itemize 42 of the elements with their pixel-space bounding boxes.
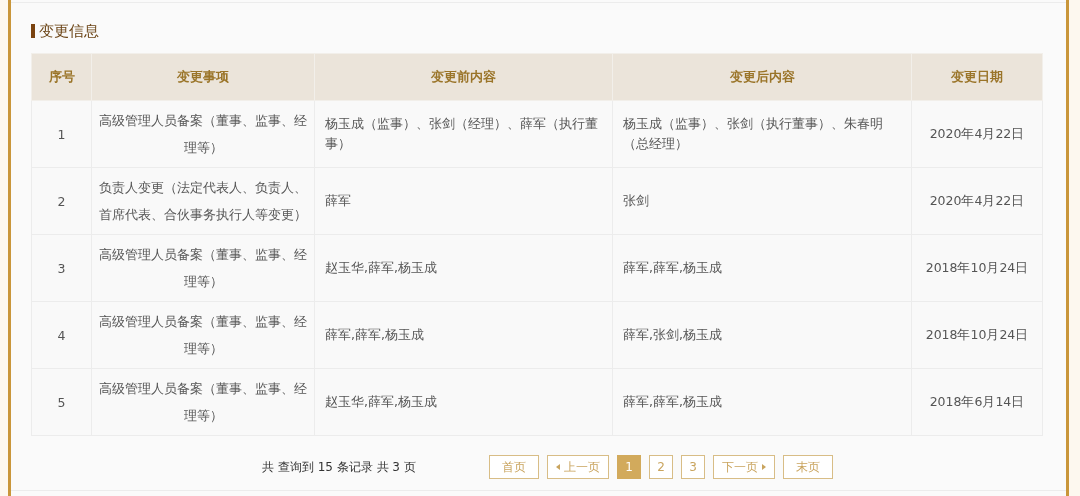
page-nav-button[interactable]: 末页: [783, 455, 833, 479]
table-cell: 高级管理人员备案（董事、监事、经理等）: [91, 100, 315, 168]
column-header: 变更前内容: [314, 53, 613, 101]
table-cell: 赵玉华,薛军,杨玉成: [314, 234, 613, 302]
table-cell: 薛军,薛军,杨玉成: [612, 234, 912, 302]
table-cell: 3: [31, 234, 92, 302]
table-cell: 负责人变更（法定代表人、负责人、首席代表、合伙事务执行人等变更）: [91, 167, 315, 235]
column-header: 变更事项: [91, 53, 315, 101]
title-marker: [31, 24, 35, 38]
page-button[interactable]: 3: [681, 455, 705, 479]
table-cell: 2020年4月22日: [911, 167, 1043, 235]
table-cell: 杨玉成（监事）、张剑（执行董事）、朱春明（总经理）: [612, 100, 912, 168]
table-cell: 2: [31, 167, 92, 235]
table-cell: 2018年10月24日: [911, 301, 1043, 369]
column-header: 变更日期: [911, 53, 1043, 101]
section-title: 变更信息: [39, 21, 99, 41]
table-cell: 1: [31, 100, 92, 168]
table-cell: 高级管理人员备案（董事、监事、经理等）: [91, 301, 315, 369]
next-page-button[interactable]: 下一页: [713, 455, 775, 479]
table-cell: 2020年4月22日: [911, 100, 1043, 168]
record-summary: 共 查询到 15 条记录 共 3 页: [262, 458, 417, 476]
column-header: 序号: [31, 53, 92, 101]
table-cell: 2018年6月14日: [911, 368, 1043, 436]
table-cell: 薛军: [314, 167, 613, 235]
table-cell: 高级管理人员备案（董事、监事、经理等）: [91, 234, 315, 302]
column-header: 变更后内容: [612, 53, 912, 101]
table-cell: 高级管理人员备案（董事、监事、经理等）: [91, 368, 315, 436]
table-cell: 薛军,薛军,杨玉成: [314, 301, 613, 369]
page-nav-button[interactable]: 首页: [489, 455, 539, 479]
page-button[interactable]: 1: [617, 455, 641, 479]
table-cell: 赵玉华,薛军,杨玉成: [314, 368, 613, 436]
table-cell: 杨玉成（监事）、张剑（经理）、薛军（执行董事）: [314, 100, 613, 168]
table-cell: 2018年10月24日: [911, 234, 1043, 302]
table-cell: 薛军,薛军,杨玉成: [612, 368, 912, 436]
left-triangle-icon: [556, 464, 560, 470]
table-cell: 4: [31, 301, 92, 369]
table-cell: 薛军,张剑,杨玉成: [612, 301, 912, 369]
right-triangle-icon: [762, 464, 766, 470]
page-button[interactable]: 2: [649, 455, 673, 479]
table-cell: 5: [31, 368, 92, 436]
previous-page-button[interactable]: 上一页: [547, 455, 609, 479]
table-cell: 张剑: [612, 167, 912, 235]
